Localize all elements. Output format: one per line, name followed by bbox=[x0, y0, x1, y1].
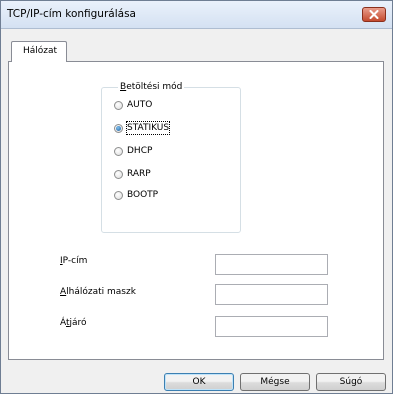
radio-unchecked-icon bbox=[114, 169, 123, 179]
subnet-mask-input[interactable] bbox=[215, 284, 328, 305]
help-button[interactable]: Súgó bbox=[316, 373, 386, 391]
gateway-input[interactable] bbox=[215, 316, 328, 337]
gateway-label: Átjáró bbox=[60, 318, 87, 328]
radio-unchecked-icon bbox=[114, 146, 123, 156]
cancel-button-label: Mégse bbox=[260, 377, 290, 387]
close-icon bbox=[369, 10, 379, 19]
window-title: TCP/IP-cím konfigurálása bbox=[7, 8, 136, 20]
close-button[interactable] bbox=[362, 7, 386, 22]
radio-bootp[interactable]: BOOTP bbox=[114, 188, 158, 202]
radio-label: DHCP bbox=[127, 146, 153, 156]
boot-mode-legend: Betöltési mód bbox=[118, 82, 185, 92]
ok-button[interactable]: OK bbox=[164, 373, 234, 391]
ip-address-input[interactable] bbox=[215, 254, 328, 275]
radio-label: AUTO bbox=[127, 100, 153, 110]
help-button-label: Súgó bbox=[339, 377, 363, 387]
radio-label: RARP bbox=[127, 169, 151, 179]
ok-button-label: OK bbox=[192, 377, 206, 387]
tab-halozat[interactable]: Hálózat bbox=[11, 41, 67, 62]
radio-auto[interactable]: AUTO bbox=[114, 98, 152, 112]
radio-rarp[interactable]: RARP bbox=[114, 167, 151, 181]
subnet-mask-label: Alhálózati maszk bbox=[60, 287, 136, 297]
radio-label: STATIKUS bbox=[125, 121, 171, 135]
radio-unchecked-icon bbox=[114, 190, 123, 200]
radio-unchecked-icon bbox=[114, 100, 123, 110]
radio-checked-icon bbox=[114, 123, 123, 133]
title-bar[interactable]: TCP/IP-cím konfigurálása bbox=[1, 1, 392, 29]
radio-statikus[interactable]: STATIKUS bbox=[114, 121, 171, 135]
radio-label: BOOTP bbox=[127, 190, 159, 200]
radio-dhcp[interactable]: DHCP bbox=[114, 144, 152, 158]
tab-label: Hálózat bbox=[23, 46, 58, 56]
cancel-button[interactable]: Mégse bbox=[240, 373, 310, 391]
ip-address-label: IP-cím bbox=[60, 256, 88, 266]
